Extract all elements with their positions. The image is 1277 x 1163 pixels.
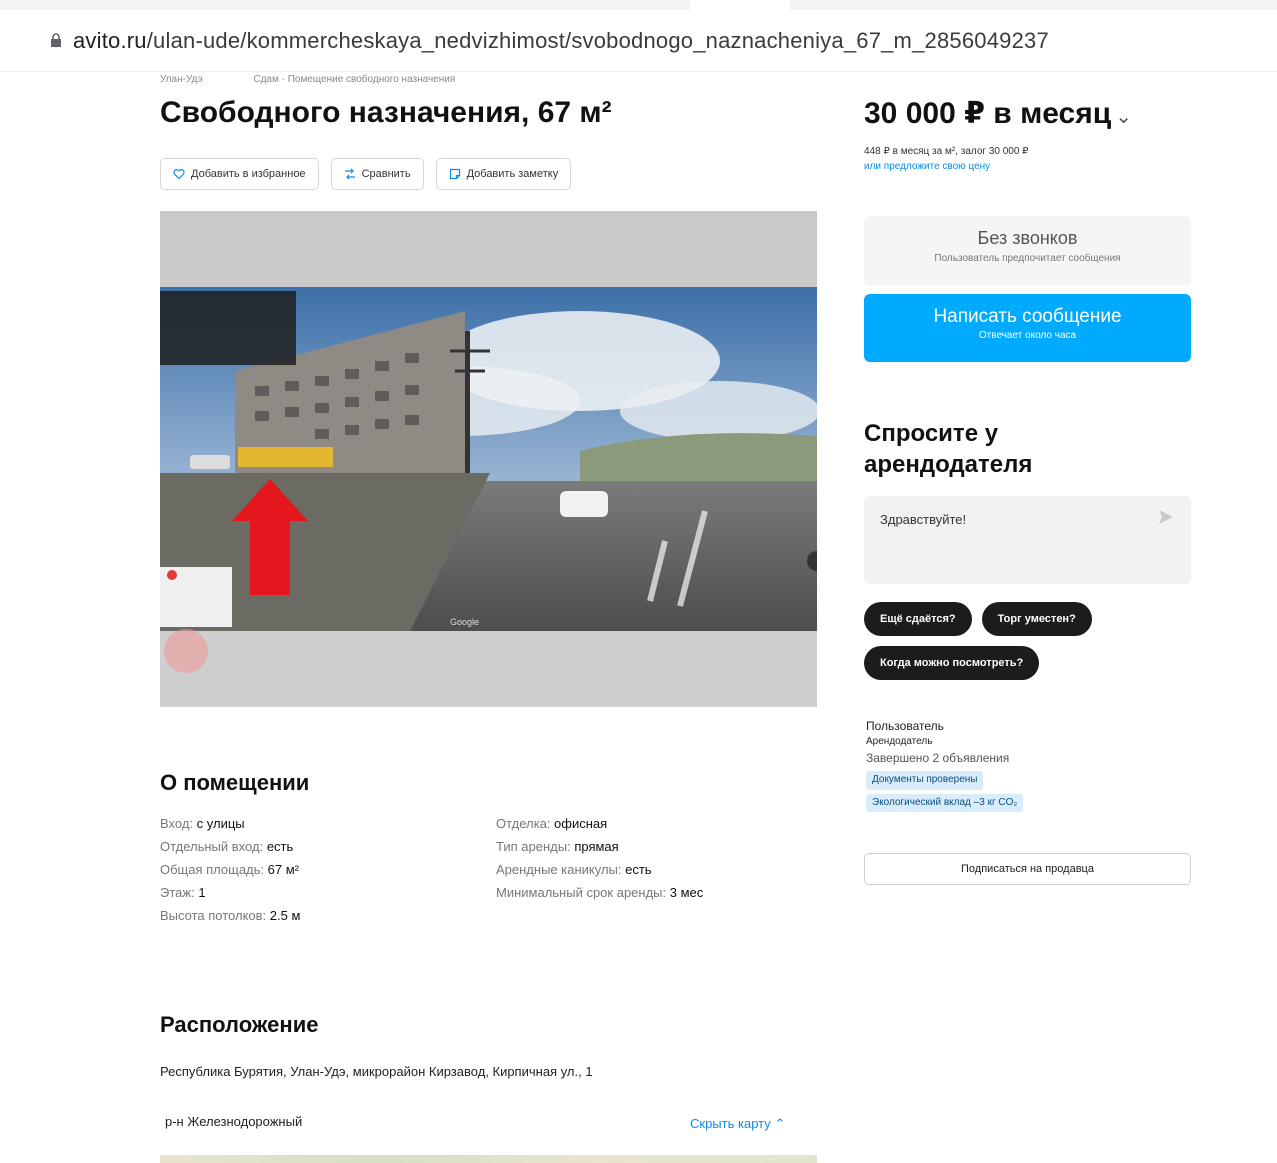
eco-contribution-badge: Экологический вклад –3 кг CO₂ [866,793,1024,813]
page-title: Свободного назначения, 67 м² [160,96,612,129]
quick-questions: Ещё сдаётся? Торг уместен? Когда можно п… [864,602,1194,680]
note-label: Добавить заметку [466,168,559,180]
seller-info: Пользователь Арендодатель Завершено 2 об… [866,718,1024,813]
seller-ads-count: Завершено 2 объявления [866,750,1010,765]
ask-landlord-title: Спросите у арендодателя [864,420,1033,479]
subscribe-seller-button[interactable]: Подписаться на продавца [864,853,1191,885]
prop-total-area: Общая площадь: 67 м² [160,862,300,877]
browser-tab-strip [0,0,1277,10]
price-per-m2: 448 ₽ в месяц за м², залог 30 000 ₽ [864,146,1029,157]
price-value: 30 000 ₽ в месяц [864,97,1112,130]
street-view-image: Google [160,211,817,707]
about-section-title: О помещении [160,770,310,795]
address-text: Республика Бурятия, Улан-Удэ, микрорайон… [160,1064,593,1079]
seller-role: Арендодатель [866,736,933,748]
lock-icon [51,33,61,47]
quick-question-bargain[interactable]: Торг уместен? [981,602,1092,636]
prop-separate-entrance: Отдельный вход: есть [160,839,294,854]
write-message-button[interactable]: Написать сообщение Отвечает около часа [864,294,1191,362]
no-calls-subtitle: Пользователь предпочитает сообщения [934,253,1121,264]
compare-button[interactable]: Сравнить [330,158,424,190]
documents-verified-badge: Документы проверены [866,771,984,790]
response-time-label: Отвечает около часа [978,330,1077,341]
quick-question-viewing[interactable]: Когда можно посмотреть? [864,646,1040,680]
note-icon [449,168,460,180]
heart-icon [173,169,185,180]
about-properties: Вход: с улицы Отделка: офисная Отдельный… [160,816,820,923]
prop-floor: Этаж: 1 [160,885,206,900]
district-text: р-н Железнодорожный [165,1114,303,1129]
send-icon[interactable] [1157,508,1175,526]
add-note-button[interactable]: Добавить заметку [435,158,572,190]
listing-actions: Добавить в избранное Сравнить Добавить з… [160,158,572,190]
breadcrumb-item-category[interactable]: Сдам · Помещение свободного назначения [253,74,455,85]
no-calls-notice: Без звонков Пользователь предпочитает со… [864,216,1191,286]
listing-photo[interactable]: Google [160,211,817,707]
quick-question-available[interactable]: Ещё сдаётся? [864,602,972,636]
offer-price-link[interactable]: или предложите свою цену [864,159,1029,174]
prop-rent-holidays: Арендные каникулы: есть [496,862,652,877]
prop-min-rent-term: Минимальный срок аренды: 3 мес [496,885,704,900]
breadcrumb-item-city[interactable]: Улан-Удэ [160,74,203,85]
seller-name[interactable]: Пользователь [866,718,1023,735]
write-message-label: Написать сообщение [933,306,1122,327]
message-input[interactable]: Здравствуйте! [864,496,1191,584]
price-selector[interactable]: 30 000 ₽ в месяц ⌄ [864,96,1132,131]
add-to-favorites-button[interactable]: Добавить в избранное [160,158,319,190]
favorite-label: Добавить в избранное [191,168,306,180]
url-host: avito.ru [73,28,147,53]
url-path: /ulan-ude/kommercheskaya_nedvizhimost/sv… [146,28,1049,53]
watermark-text: Google [450,617,479,627]
prop-ceiling-height: Высота потолков: 2.5 м [160,908,301,923]
no-calls-title: Без звонков [977,228,1078,248]
prop-entrance: Вход: с улицы [160,816,245,831]
map-preview[interactable] [160,1155,817,1163]
message-input-text: Здравствуйте! [880,512,967,527]
browser-address-bar: avito.ru/ulan-ude/kommercheskaya_nedvizh… [0,0,1277,72]
compare-label: Сравнить [361,168,411,180]
location-section-title: Расположение [160,1012,319,1037]
breadcrumb: Улан-Удэ Сдам · Помещение свободного наз… [160,74,503,85]
chevron-down-icon: ⌄ [1115,106,1132,128]
prop-finish: Отделка: офисная [496,816,608,831]
price-details: 448 ₽ в месяц за м², залог 30 000 ₽ или … [864,144,1029,174]
hide-map-link[interactable]: Скрыть карту ⌃ [690,1116,785,1132]
compare-icon [344,168,355,180]
url-field[interactable]: avito.ru/ulan-ude/kommercheskaya_nedvizh… [73,28,1049,54]
prop-rent-type: Тип аренды: прямая [496,839,619,854]
